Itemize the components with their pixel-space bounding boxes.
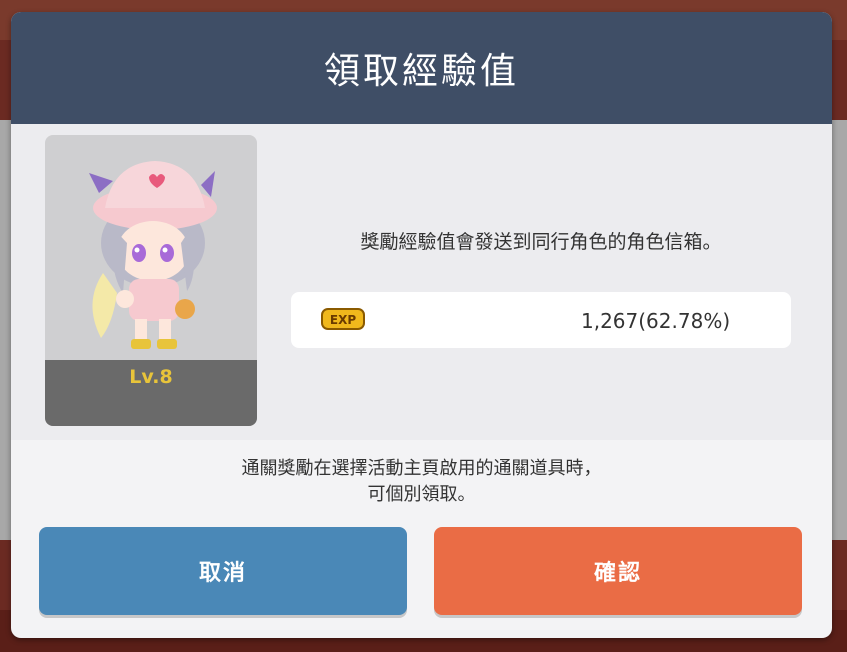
- confirm-button[interactable]: 確認: [434, 527, 802, 615]
- character-level-bar: Lv.8: [45, 360, 257, 426]
- dialog-title: 領取經驗值: [323, 51, 519, 92]
- claim-note-line-1: 通關獎勵在選擇活動主頁啟用的通關道具時，: [241, 458, 602, 479]
- exp-reward-box: EXP 1,267(62.78%): [291, 292, 791, 348]
- claim-note-line-2: 可個別領取。: [367, 484, 476, 505]
- exp-icon: EXP: [321, 308, 365, 330]
- character-sprite: [89, 161, 217, 349]
- character-level: Lv.8: [129, 366, 173, 388]
- reward-description: 獎勵經驗值會發送到同行角色的角色信箱。: [360, 231, 722, 253]
- dialog-header: 領取經驗值: [11, 12, 832, 124]
- claim-note: 通關獎勵在選擇活動主頁啟用的通關道具時， 可個別領取。: [11, 456, 832, 508]
- cancel-button[interactable]: 取消: [39, 527, 407, 615]
- exp-icon-label: EXP: [330, 313, 356, 327]
- exp-claim-dialog: 領取經驗值 Lv.8 獎勵經驗值會發送到同行角色的角色信箱。 EXP 1,267…: [11, 12, 832, 638]
- exp-value: 1,267(62.78%): [581, 309, 731, 333]
- character-card: Lv.8: [45, 135, 257, 426]
